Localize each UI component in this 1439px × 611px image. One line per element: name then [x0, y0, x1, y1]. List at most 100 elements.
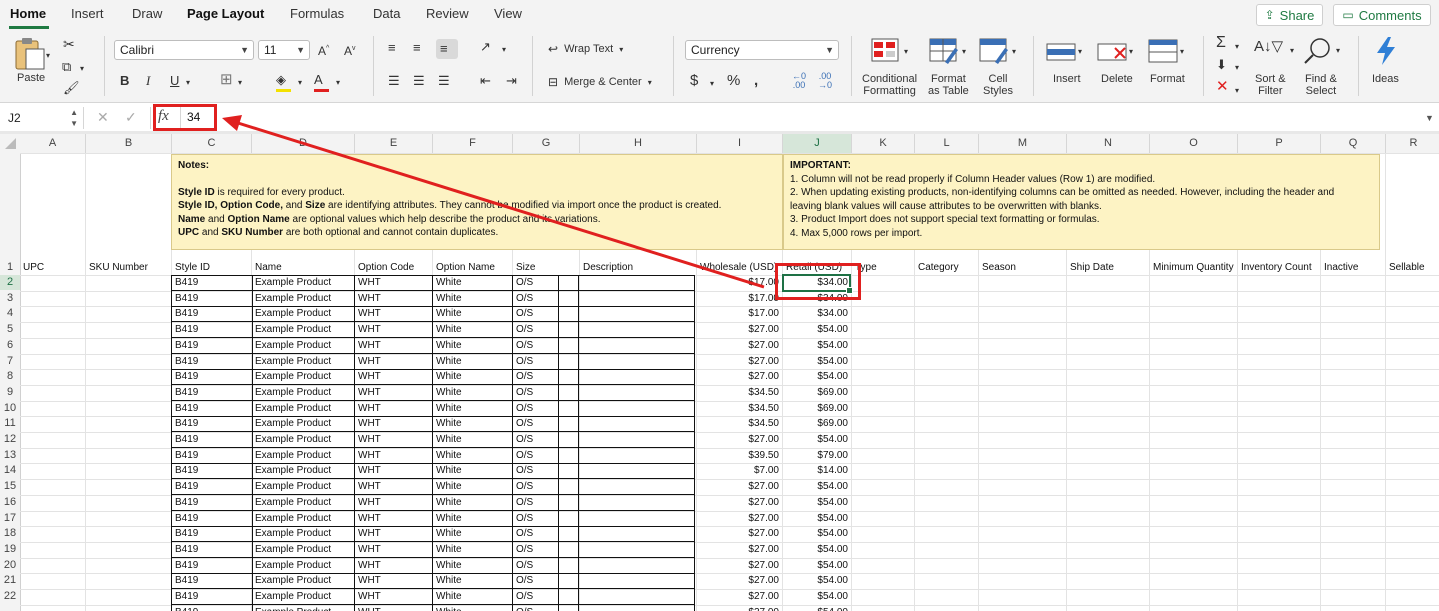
cell[interactable]: WHT	[358, 369, 432, 384]
borders-icon[interactable]: ⊞	[220, 72, 233, 88]
cell[interactable]: B419	[175, 479, 251, 494]
row-header-5[interactable]: 5	[0, 322, 20, 337]
cell[interactable]: WHT	[358, 385, 432, 400]
orientation-icon[interactable]: ↗	[480, 39, 491, 55]
cell[interactable]: $7.00	[697, 463, 779, 478]
cell[interactable]: B419	[175, 605, 251, 611]
cell[interactable]: $14.00	[783, 463, 848, 478]
cell[interactable]: $54.00	[783, 526, 848, 541]
cell[interactable]: WHT	[358, 573, 432, 588]
cell[interactable]: WHT	[358, 479, 432, 494]
align-left-icon[interactable]: ☰	[388, 73, 400, 89]
chevron-down-icon[interactable]: ▾	[1290, 43, 1294, 59]
underline-icon[interactable]: U	[170, 73, 179, 89]
row-header-13[interactable]: 13	[0, 448, 20, 463]
tab-draw[interactable]: Draw	[132, 6, 162, 21]
cell[interactable]: $27.00	[697, 432, 779, 447]
tab-home[interactable]: Home	[10, 6, 46, 21]
font-color-dropdown-icon[interactable]: ▾	[336, 75, 340, 91]
row-header-20[interactable]: 20	[0, 558, 20, 573]
cell[interactable]: B419	[175, 306, 251, 321]
cell[interactable]: B419	[175, 573, 251, 588]
percent-style-icon[interactable]: %	[727, 73, 740, 89]
font-name-select[interactable]: Calibri ▼	[114, 40, 254, 60]
underline-dropdown-icon[interactable]: ▾	[186, 75, 190, 91]
cell[interactable]: WHT	[358, 275, 432, 290]
cell[interactable]: Example Product	[255, 416, 354, 431]
cell[interactable]: White	[436, 448, 512, 463]
cell[interactable]: White	[436, 463, 512, 478]
cell[interactable]: $27.00	[697, 322, 779, 337]
cell[interactable]: $69.00	[783, 401, 848, 416]
cell[interactable]: $27.00	[697, 573, 779, 588]
cell[interactable]: Example Product	[255, 369, 354, 384]
column-header-o[interactable]: O	[1150, 134, 1238, 153]
spreadsheet-grid[interactable]: Notes: Style ID is required for every pr…	[20, 153, 1439, 611]
cell[interactable]: WHT	[358, 558, 432, 573]
column-header-r[interactable]: R	[1386, 134, 1439, 153]
cell[interactable]: WHT	[358, 338, 432, 353]
column-header-h[interactable]: H	[580, 134, 697, 153]
cell[interactable]: White	[436, 479, 512, 494]
row-header-1[interactable]: 1	[0, 260, 20, 275]
cell-styles-icon[interactable]	[979, 38, 1009, 64]
chevron-down-icon[interactable]: ▾	[962, 44, 966, 60]
merge-center-button[interactable]: ⊟ Merge & Center ▾	[548, 74, 652, 90]
cell[interactable]: O/S	[516, 526, 579, 541]
align-center-icon[interactable]: ☰	[413, 73, 425, 89]
cell[interactable]: White	[436, 495, 512, 510]
cell[interactable]: White	[436, 558, 512, 573]
tab-insert[interactable]: Insert	[71, 6, 104, 21]
cell[interactable]: $17.00	[697, 275, 779, 290]
cell[interactable]: Example Product	[255, 589, 354, 604]
cell[interactable]: WHT	[358, 448, 432, 463]
column-header-e[interactable]: E	[355, 134, 433, 153]
cell[interactable]: WHT	[358, 605, 432, 611]
cell[interactable]: $54.00	[783, 542, 848, 557]
header-cell[interactable]: Description	[583, 260, 710, 275]
format-cells-icon[interactable]	[1148, 38, 1180, 64]
cell[interactable]: B419	[175, 542, 251, 557]
row-header-4[interactable]: 4	[0, 306, 20, 321]
cell[interactable]: WHT	[358, 401, 432, 416]
cell[interactable]: O/S	[516, 573, 579, 588]
cell[interactable]: O/S	[516, 385, 579, 400]
number-format-select[interactable]: Currency ▼	[685, 40, 839, 60]
accounting-format-icon[interactable]: $	[690, 73, 698, 89]
row-header-22[interactable]: 22	[0, 589, 20, 604]
cell[interactable]: WHT	[358, 306, 432, 321]
cell[interactable]: $54.00	[783, 322, 848, 337]
column-header-l[interactable]: L	[915, 134, 979, 153]
important-box[interactable]: IMPORTANT: 1. Column will not be read pr…	[783, 154, 1380, 250]
cell[interactable]: B419	[175, 416, 251, 431]
copy-icon[interactable]: ⧉	[62, 59, 71, 75]
tab-review[interactable]: Review	[426, 6, 469, 21]
cell[interactable]: WHT	[358, 291, 432, 306]
header-cell[interactable]: Season	[982, 260, 1080, 275]
increase-font-size-icon[interactable]: A^	[318, 41, 329, 59]
column-header-g[interactable]: G	[513, 134, 580, 153]
tab-page-layout[interactable]: Page Layout	[187, 6, 264, 21]
wrap-text-button[interactable]: ↩ Wrap Text ▾	[548, 41, 623, 57]
cell[interactable]: O/S	[516, 401, 579, 416]
cell[interactable]: O/S	[516, 354, 579, 369]
cell[interactable]: O/S	[516, 338, 579, 353]
accounting-dropdown-icon[interactable]: ▾	[710, 76, 714, 92]
cell[interactable]: White	[436, 369, 512, 384]
cell[interactable]: B419	[175, 385, 251, 400]
cell[interactable]: WHT	[358, 463, 432, 478]
cell[interactable]: B419	[175, 558, 251, 573]
cell[interactable]: O/S	[516, 511, 579, 526]
column-header-k[interactable]: K	[852, 134, 915, 153]
column-header-d[interactable]: D	[252, 134, 355, 153]
cell[interactable]: Example Product	[255, 448, 354, 463]
row-header-18[interactable]: 18	[0, 526, 20, 541]
cell[interactable]: White	[436, 291, 512, 306]
cell[interactable]: Example Product	[255, 573, 354, 588]
cell[interactable]: O/S	[516, 306, 579, 321]
cell[interactable]: White	[436, 338, 512, 353]
decrease-decimal-icon[interactable]: .00 →0	[818, 72, 832, 90]
column-header-j[interactable]: J	[783, 134, 852, 153]
row-header-14[interactable]: 14	[0, 463, 20, 478]
cell[interactable]: $27.00	[697, 338, 779, 353]
